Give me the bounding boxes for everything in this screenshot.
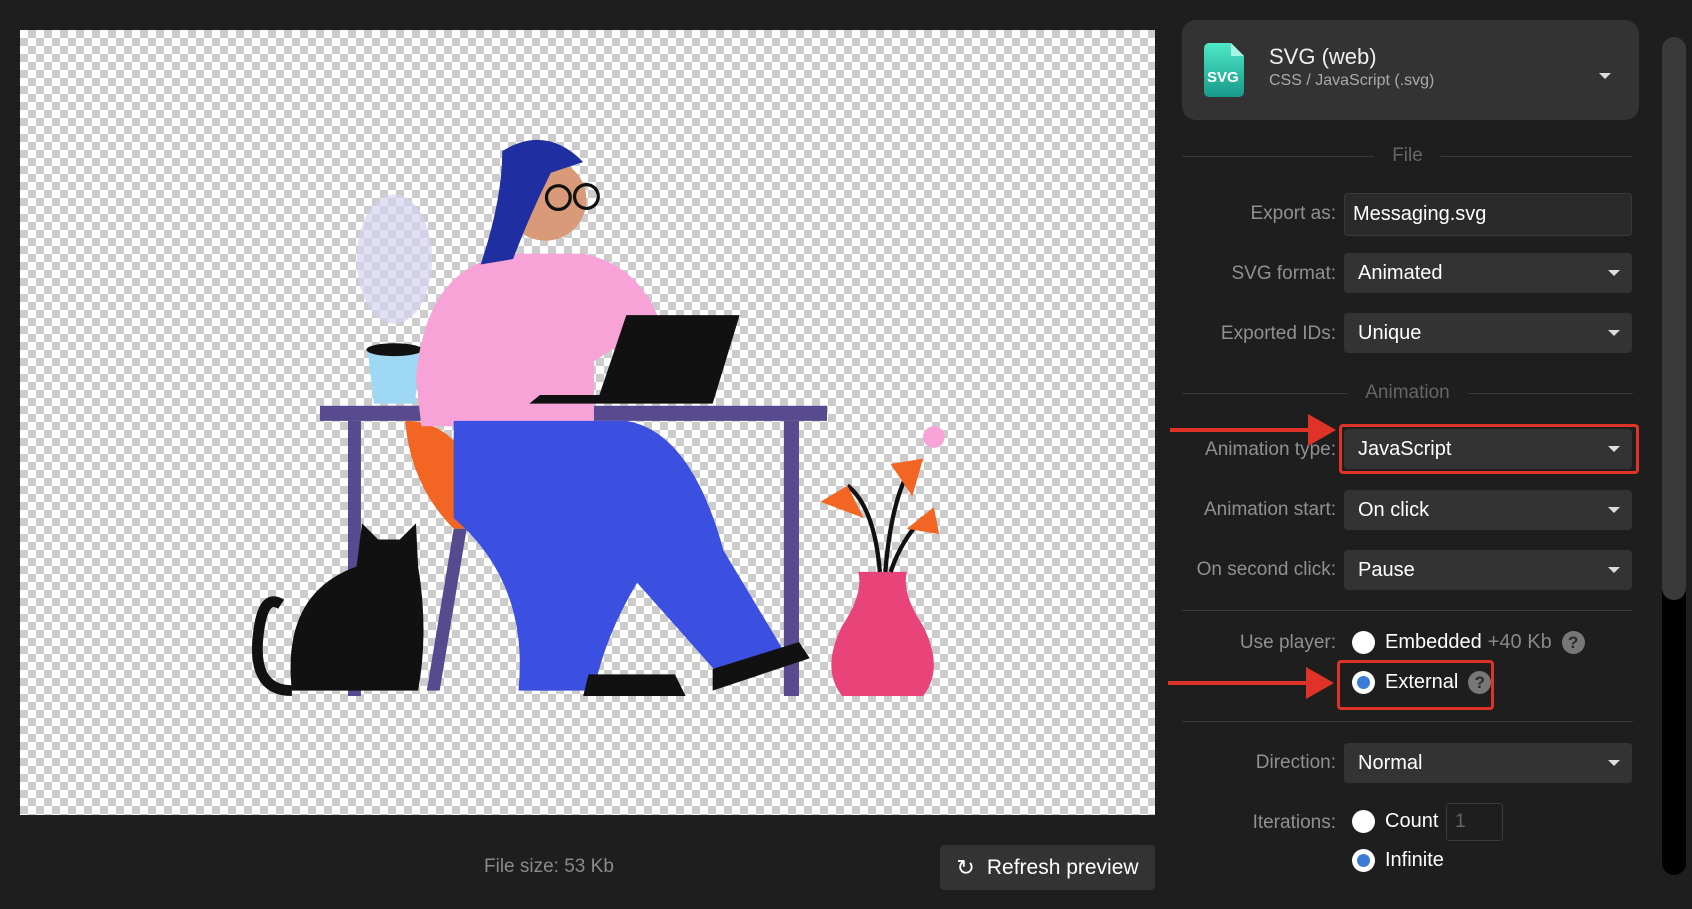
chevron-down-icon [1608,507,1620,513]
radio-embedded[interactable]: Embedded +40 Kb ? [1352,631,1585,654]
format-subtitle: CSS / JavaScript (.svg) [1269,72,1435,89]
export-as-input[interactable]: Messaging.svg [1344,193,1632,236]
scrollbar[interactable] [1662,37,1686,875]
on-second-click-select[interactable]: Pause [1344,550,1632,590]
section-file: File [1182,144,1633,168]
section-title: File [1392,145,1423,166]
direction-value: Normal [1358,751,1423,774]
radio-button[interactable] [1352,810,1375,833]
refresh-label: Refresh preview [986,855,1139,879]
direction-select[interactable]: Normal [1344,743,1632,783]
exported-ids-label: Exported IDs: [1220,323,1336,344]
svg-format-value: Animated [1358,261,1443,284]
section-animation: Animation [1182,381,1633,405]
format-title: SVG (web) [1269,44,1377,69]
help-icon[interactable]: ? [1561,631,1585,654]
on-second-click-value: Pause [1358,558,1415,581]
chevron-down-icon [1608,760,1620,766]
file-size: File size: 53 Kb [484,856,614,877]
chevron-down-icon [1608,567,1620,573]
size-note: +40 Kb [1487,631,1552,653]
illustration [251,139,945,697]
refresh-icon: ↻ [956,854,975,880]
iterations-label: Iterations: [1252,812,1336,833]
count-input[interactable]: 1 [1446,803,1503,841]
exported-ids-select[interactable]: Unique [1344,313,1632,353]
divider [1182,721,1633,722]
direction-label: Direction: [1255,752,1336,773]
animation-start-label: Animation start: [1204,499,1336,520]
exported-ids-value: Unique [1358,321,1422,344]
refresh-preview-button[interactable]: ↻ Refresh preview [940,845,1155,890]
radio-count[interactable]: Count [1352,810,1438,833]
radio-label: Count [1385,810,1439,832]
animation-start-select[interactable]: On click [1344,490,1632,530]
scrollbar-thumb[interactable] [1662,37,1686,600]
preview-canvas [20,30,1155,815]
on-second-click-label: On second click: [1196,559,1336,580]
section-title: Animation [1365,382,1450,403]
svg-format-select[interactable]: Animated [1344,253,1632,293]
chevron-down-icon [1608,330,1620,336]
radio-button[interactable] [1352,849,1375,872]
chevron-down-icon [1599,73,1611,79]
annotation-arrow [1170,414,1336,446]
chevron-down-icon [1608,270,1620,276]
radio-infinite[interactable]: Infinite [1352,849,1444,872]
radio-label: Embedded [1385,631,1482,653]
use-player-label: Use player: [1239,632,1336,653]
highlight-box [1337,660,1494,710]
export-as-label: Export as: [1250,203,1336,224]
divider [1182,610,1633,611]
svg-format-label: SVG format: [1231,263,1336,284]
annotation-arrow [1168,667,1334,699]
format-selector[interactable]: SVG SVG (web) CSS / JavaScript (.svg) [1182,20,1639,120]
animation-start-value: On click [1358,498,1430,521]
svg-icon-label: SVG [1207,69,1239,86]
radio-button[interactable] [1352,631,1375,654]
highlight-box [1339,424,1639,474]
radio-label: Infinite [1385,849,1444,871]
